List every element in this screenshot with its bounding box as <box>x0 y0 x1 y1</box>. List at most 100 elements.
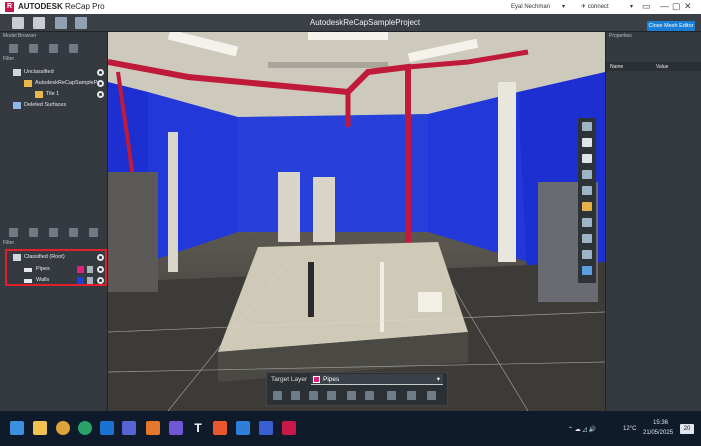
folder-icon <box>35 91 43 98</box>
properties-panel: Properties Name Value <box>605 32 701 411</box>
layer-icon[interactable] <box>582 138 592 147</box>
measure-icon[interactable] <box>582 234 592 243</box>
column-value: Value <box>656 64 669 70</box>
scan-tool-icon[interactable] <box>29 44 38 53</box>
undo-icon[interactable] <box>347 391 356 400</box>
target-layer-label: Target Layer <box>271 376 308 383</box>
title-bar: R AUTODESK ReCap Pro Eyal Nechman ▾ ✈ co… <box>0 0 701 14</box>
paint-icon[interactable] <box>291 391 300 400</box>
folder-icon[interactable] <box>582 202 592 211</box>
properties-title: Properties <box>609 33 632 39</box>
onedrive-icon[interactable] <box>259 421 273 435</box>
connect-menu[interactable]: ✈ connect <box>581 3 609 10</box>
point-cloud-viewport[interactable] <box>108 32 605 411</box>
clip-icon[interactable] <box>582 250 592 259</box>
app-icon[interactable] <box>169 421 183 435</box>
group-tool-icon[interactable] <box>49 44 58 53</box>
system-tray-icons[interactable]: ⌃ ☁ ◿ 🔊 <box>568 426 596 433</box>
tree-item-label: Unclassified <box>24 69 54 75</box>
project-icon[interactable] <box>33 17 45 29</box>
filter-label: Filter <box>3 240 15 246</box>
tree-item-label: Tile 1 <box>46 91 60 97</box>
rotate-icon[interactable] <box>582 186 592 195</box>
move-icon[interactable] <box>327 391 336 400</box>
onenote-icon[interactable] <box>146 421 160 435</box>
eye-icon[interactable] <box>97 91 104 98</box>
deleted-icon <box>13 102 21 109</box>
folder-icon <box>24 80 32 87</box>
close-mesh-editor-button[interactable]: Close Mesh Editor <box>647 21 695 31</box>
connect-label: connect <box>587 4 609 10</box>
select-icon[interactable] <box>273 391 282 400</box>
layers-icon[interactable] <box>55 17 67 29</box>
project-title: AutodeskReCapSampleProject <box>309 18 421 27</box>
app-brand: AUTODESK ReCap Pro <box>18 2 105 11</box>
redo-icon[interactable] <box>365 391 374 400</box>
model-browser-panel: Model Browser Filter Unclassified Autode… <box>0 32 108 411</box>
layer-add-icon[interactable] <box>49 228 58 237</box>
point-icon[interactable] <box>582 154 592 163</box>
typora-icon[interactable]: T <box>191 421 205 435</box>
region-tool-icon[interactable] <box>9 44 18 53</box>
eye-icon[interactable] <box>97 80 104 87</box>
connect-icon: ✈ <box>581 4 587 10</box>
view-tools-strip <box>578 118 596 283</box>
clock-date[interactable]: 21/05/2025 <box>643 430 673 436</box>
app-window: R AUTODESK ReCap Pro Eyal Nechman ▾ ✈ co… <box>0 0 701 411</box>
delete-icon[interactable] <box>89 228 98 237</box>
user-menu-chevron-icon[interactable]: ▾ <box>562 3 565 10</box>
connect-menu-chevron-icon[interactable]: ▾ <box>630 3 633 10</box>
layer-color-icon <box>313 376 320 383</box>
user-name[interactable]: Eyal Nechman <box>511 4 550 10</box>
views-icon[interactable] <box>75 17 87 29</box>
outlook-icon[interactable] <box>100 421 114 435</box>
layer-merge-icon[interactable] <box>29 228 38 237</box>
maximize-button[interactable]: ▢ <box>672 1 681 12</box>
grid-icon <box>13 69 21 76</box>
teams-icon[interactable] <box>122 421 136 435</box>
windows-icon[interactable] <box>10 421 24 435</box>
recap-icon[interactable] <box>282 421 296 435</box>
shrink-icon[interactable] <box>407 391 416 400</box>
camera-icon[interactable] <box>582 218 592 227</box>
edge-icon[interactable] <box>78 421 92 435</box>
target-layer-value: Pipes <box>323 376 340 383</box>
tree-item-project[interactable]: AutodeskReCapSampleP... <box>0 78 108 89</box>
close-button[interactable]: ✕ <box>684 1 692 12</box>
notification-badge[interactable]: 20 <box>680 424 694 434</box>
delete-icon[interactable] <box>427 391 436 400</box>
delete-icon[interactable] <box>69 44 78 53</box>
chrome-icon[interactable] <box>56 421 70 435</box>
highlight-annotation-box <box>5 249 107 286</box>
help-icon[interactable]: ▭ <box>642 1 651 12</box>
filter-label: Filter <box>3 56 15 62</box>
brave-icon[interactable] <box>213 421 227 435</box>
settings-icon[interactable] <box>582 266 592 275</box>
tree-item-tile[interactable]: Tile 1 <box>0 89 108 100</box>
model-browser-label: Model Browser <box>3 33 37 39</box>
tree-item-unclassified[interactable]: Unclassified <box>0 67 108 78</box>
product-name: ReCap Pro <box>64 2 105 11</box>
target-layer-bar: Target Layer Pipes ▾ <box>266 372 448 406</box>
chevron-down-icon: ▾ <box>436 376 440 383</box>
clock-time[interactable]: 15:36 <box>653 420 668 426</box>
recap-logo: R <box>5 2 14 12</box>
column-name: Name <box>610 64 624 70</box>
layer-tool-icon[interactable] <box>9 228 18 237</box>
home-icon[interactable] <box>12 17 24 29</box>
brand-name: AUTODESK <box>18 2 63 11</box>
scene-render <box>108 32 605 411</box>
word-icon[interactable] <box>236 421 250 435</box>
section-icon[interactable] <box>582 170 592 179</box>
file-explorer-icon[interactable] <box>33 421 47 435</box>
target-layer-select[interactable]: Pipes ▾ <box>311 374 443 385</box>
tree-item-deleted-surfaces[interactable]: Deleted Surfaces <box>0 100 108 111</box>
minimize-button[interactable]: — <box>660 1 669 11</box>
mesh-edit-tools <box>269 389 445 403</box>
properties-header: Name Value <box>606 62 701 71</box>
expand-icon[interactable] <box>387 391 396 400</box>
layer-move-icon[interactable] <box>69 228 78 237</box>
grid-view-icon[interactable] <box>582 122 592 131</box>
fill-icon[interactable] <box>309 391 318 400</box>
eye-icon[interactable] <box>97 69 104 76</box>
